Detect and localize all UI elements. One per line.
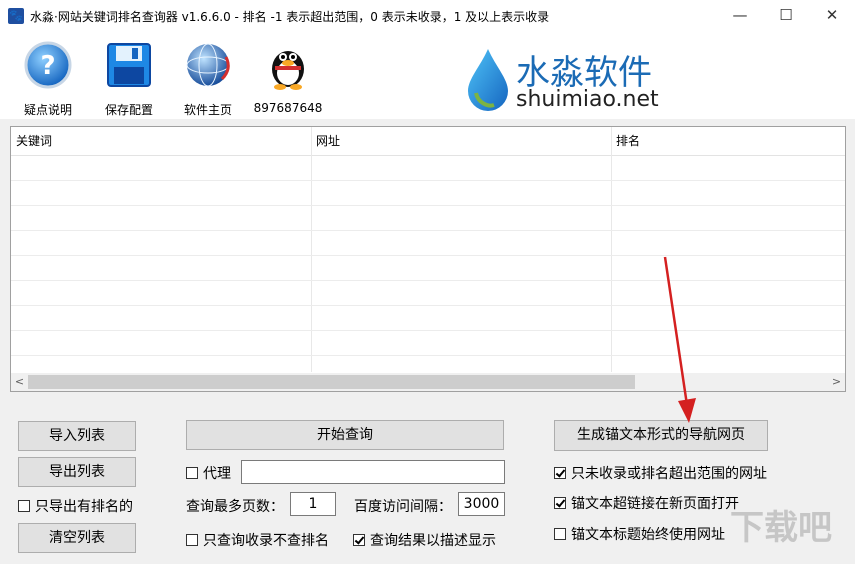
title-bar: 🐾 水淼·网站关键词排名查询器 v1.6.6.0 - 排名 -1 表示超出范围，… — [0, 0, 855, 31]
show-desc-checkbox[interactable]: 查询结果以描述显示 — [353, 530, 496, 550]
import-list-button[interactable]: 导入列表 — [18, 421, 136, 451]
window-title: 水淼·网站关键词排名查询器 v1.6.6.0 - 排名 -1 表示超出范围，0 … — [30, 10, 550, 24]
save-label: 保存配置 — [104, 103, 153, 117]
minimize-button[interactable]: — — [717, 0, 763, 31]
checkbox-box[interactable] — [353, 534, 365, 546]
max-pages-input[interactable]: 1 — [290, 492, 336, 516]
scrollbar-thumb[interactable] — [28, 375, 635, 389]
qq-label: 897687648 — [253, 101, 323, 115]
results-table[interactable]: 关键词 网址 排名 < > — [10, 126, 846, 392]
checkbox-box[interactable] — [554, 497, 566, 509]
proxy-checkbox[interactable]: 代理 — [186, 463, 231, 483]
column-header-rank[interactable]: 排名 — [611, 127, 845, 155]
logo-english-text: shuimiao.net — [516, 87, 659, 112]
export-ranked-only-checkbox[interactable]: 只导出有排名的 — [18, 496, 133, 516]
home-label: 软件主页 — [183, 103, 232, 117]
qq-button[interactable]: 897687648 — [253, 39, 323, 115]
column-divider — [311, 127, 312, 372]
table-header: 关键词 网址 排名 — [11, 127, 845, 156]
title-use-url-checkbox[interactable]: 锚文本标题始终使用网址 — [554, 524, 725, 544]
horizontal-scrollbar[interactable]: < > — [11, 373, 845, 391]
help-tool-button[interactable]: ? 疑点说明 — [13, 39, 83, 118]
qq-penguin-icon — [272, 51, 304, 90]
row-divider — [11, 205, 845, 206]
checkbox-label: 只未收录或排名超出范围的网址 — [571, 466, 767, 482]
row-divider — [11, 230, 845, 231]
floppy-disk-icon — [107, 43, 151, 87]
save-config-button[interactable]: 保存配置 — [94, 39, 164, 118]
question-icon: ? — [24, 41, 72, 89]
checkbox-box[interactable] — [186, 467, 198, 479]
checkbox-label: 只导出有排名的 — [35, 499, 133, 515]
proxy-input[interactable] — [241, 460, 505, 484]
help-label: 疑点说明 — [23, 103, 72, 117]
row-divider — [11, 330, 845, 331]
scroll-left-icon[interactable]: < — [11, 373, 28, 391]
close-button[interactable]: ✕ — [809, 0, 855, 31]
clear-list-button[interactable]: 清空列表 — [18, 523, 136, 553]
row-divider — [11, 255, 845, 256]
only-index-checkbox[interactable]: 只查询收录不查排名 — [186, 530, 329, 550]
checkbox-box[interactable] — [18, 500, 30, 512]
watermark-logo: 下载吧 — [730, 508, 832, 548]
export-list-button[interactable]: 导出列表 — [18, 457, 136, 487]
water-drop-icon — [468, 49, 508, 111]
row-divider — [11, 280, 845, 281]
scroll-right-icon[interactable]: > — [828, 373, 845, 391]
column-header-keyword[interactable]: 关键词 — [11, 127, 311, 155]
column-divider — [611, 127, 612, 372]
app-icon: 🐾 — [8, 8, 24, 24]
only-unindexed-checkbox[interactable]: 只未收录或排名超出范围的网址 — [554, 463, 767, 483]
interval-label: 百度访问间隔： — [354, 499, 452, 515]
row-divider — [11, 305, 845, 306]
toolbar: ? 疑点说明 保存配置 软件主页 897687648 水淼软件 shuimiao… — [0, 31, 855, 119]
start-query-button[interactable]: 开始查询 — [186, 420, 504, 450]
svg-text:?: ? — [40, 51, 55, 81]
column-header-url[interactable]: 网址 — [311, 127, 611, 155]
globe-icon — [186, 43, 230, 87]
row-divider — [11, 355, 845, 356]
row-divider — [11, 180, 845, 181]
homepage-button[interactable]: 软件主页 — [173, 39, 243, 118]
annotation-arrow-icon — [663, 256, 696, 423]
open-new-page-checkbox[interactable]: 锚文本超链接在新页面打开 — [554, 493, 739, 513]
checkbox-label: 只查询收录不查排名 — [203, 533, 329, 549]
checkbox-label: 查询结果以描述显示 — [370, 533, 496, 549]
maximize-button[interactable]: ☐ — [763, 0, 809, 31]
checkbox-label: 锚文本标题始终使用网址 — [571, 527, 725, 543]
checkbox-box[interactable] — [554, 467, 566, 479]
checkbox-label: 代理 — [203, 466, 231, 482]
checkbox-label: 锚文本超链接在新页面打开 — [571, 496, 739, 512]
checkbox-box[interactable] — [554, 528, 566, 540]
max-pages-label: 查询最多页数： — [186, 499, 284, 515]
checkbox-box[interactable] — [186, 534, 198, 546]
interval-input[interactable]: 3000 — [458, 492, 505, 516]
brand-logo: 水淼软件 shuimiao.net — [466, 43, 666, 113]
